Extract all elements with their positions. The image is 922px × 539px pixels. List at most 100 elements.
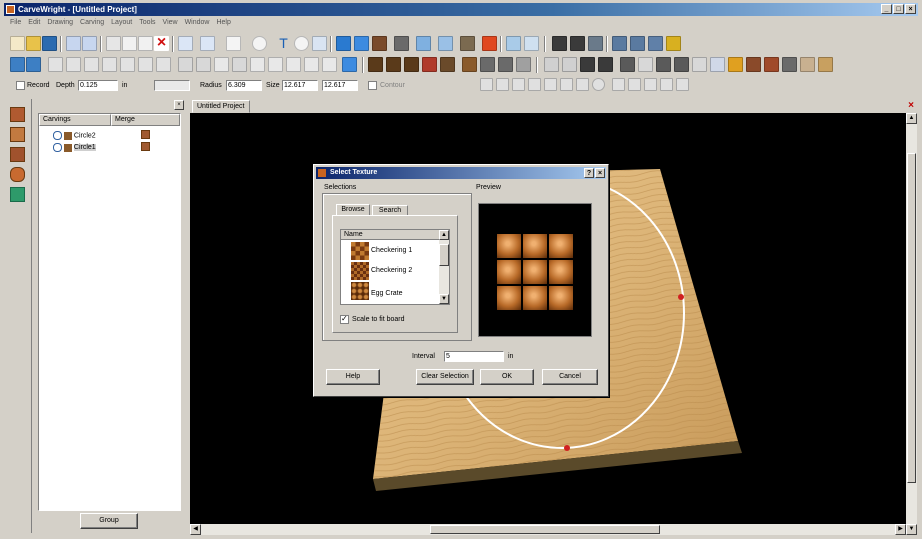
maximize-button[interactable]: □ — [893, 4, 904, 14]
interval-input[interactable]: 5 — [444, 351, 504, 362]
space-v-icon[interactable] — [528, 78, 541, 91]
feature-icon[interactable] — [598, 57, 613, 72]
vertical-scrollbar[interactable]: ▲ ▼ — [906, 113, 917, 535]
view-side-icon[interactable] — [570, 36, 585, 51]
board-material-icon[interactable] — [440, 57, 455, 72]
frame-icon[interactable] — [576, 78, 589, 91]
library-icon[interactable] — [764, 57, 779, 72]
list-scroll-down-icon[interactable]: ▼ — [439, 294, 449, 304]
select-arrow-icon[interactable] — [178, 36, 193, 51]
merge-header[interactable]: Merge — [111, 114, 180, 126]
settings-icon[interactable] — [818, 57, 833, 72]
group-icon[interactable] — [178, 57, 193, 72]
carving-icon[interactable] — [10, 107, 25, 122]
scroll-down-icon[interactable]: ▼ — [906, 524, 917, 535]
copy-icon[interactable] — [122, 36, 137, 51]
pattern-icon[interactable] — [638, 57, 653, 72]
undo-icon[interactable] — [66, 36, 81, 51]
text-tool-icon[interactable]: T — [276, 36, 291, 51]
board-panel-icon[interactable] — [10, 127, 25, 142]
grid-icon[interactable] — [10, 57, 25, 72]
dialog-help-button[interactable]: ? — [584, 168, 594, 178]
viewport-close-icon[interactable]: × — [908, 100, 914, 111]
brush-tool-icon[interactable] — [416, 36, 431, 51]
circle-node-handle[interactable] — [564, 445, 570, 451]
menu-edit[interactable]: Edit — [28, 17, 40, 29]
plugin-icon[interactable] — [800, 57, 815, 72]
view-render-icon[interactable] — [648, 36, 663, 51]
ellipse-tool-icon[interactable] — [252, 36, 267, 51]
tree-item-circle2[interactable]: Circle2 — [53, 131, 96, 140]
cancel-button[interactable]: Cancel — [542, 369, 598, 385]
zoom-icon[interactable] — [524, 36, 539, 51]
align-bottom-icon[interactable] — [120, 57, 135, 72]
scroll-up-icon[interactable]: ▲ — [906, 113, 917, 124]
rectangle-tool-icon[interactable] — [226, 36, 241, 51]
vectorize-icon[interactable] — [460, 36, 475, 51]
merge-toggle-icon[interactable] — [141, 130, 150, 139]
scroll-right-icon[interactable]: ▶ — [895, 524, 906, 535]
align-left-icon[interactable] — [48, 57, 63, 72]
trim-icon[interactable] — [214, 57, 229, 72]
close-button[interactable]: × — [905, 4, 916, 14]
cut-icon[interactable] — [106, 36, 121, 51]
mirror-icon[interactable] — [156, 57, 171, 72]
size-height-input[interactable]: 12.617 — [322, 80, 358, 91]
region-icon[interactable] — [580, 57, 595, 72]
flip-icon[interactable] — [286, 57, 301, 72]
array-icon[interactable] — [322, 57, 337, 72]
horizontal-scrollbar[interactable]: ◀ ▶ — [190, 524, 906, 535]
sand-icon[interactable] — [710, 57, 725, 72]
radius-input[interactable]: 6.309 — [226, 80, 262, 91]
tool-path-icon[interactable] — [462, 57, 477, 72]
list-scrollbar[interactable]: ▲ ▼ — [439, 230, 449, 304]
carve-tool-icon[interactable] — [372, 36, 387, 51]
texture-tool-icon[interactable] — [336, 36, 351, 51]
cut-to-edge-icon[interactable] — [506, 36, 521, 51]
ungroup-icon[interactable] — [196, 57, 211, 72]
menu-window[interactable]: Window — [185, 17, 210, 29]
menu-tools[interactable]: Tools — [139, 17, 155, 29]
minimize-button[interactable]: _ — [881, 4, 892, 14]
move-right-icon[interactable] — [628, 78, 641, 91]
tab-tool-icon[interactable] — [516, 57, 531, 72]
tab-untitled-project[interactable]: Untitled Project — [192, 100, 250, 113]
vertical-scroll-thumb[interactable] — [907, 153, 916, 483]
carvings-header[interactable]: Carvings — [39, 114, 111, 126]
polygon-tool-icon[interactable] — [294, 36, 309, 51]
view-top-icon[interactable] — [588, 36, 603, 51]
node-edit-icon[interactable] — [200, 36, 215, 51]
light-icon[interactable] — [728, 57, 743, 72]
stamp-icon[interactable] — [656, 57, 671, 72]
scale-icon[interactable] — [304, 57, 319, 72]
weld-icon[interactable] — [232, 57, 247, 72]
lumber-icon[interactable] — [746, 57, 761, 72]
pattern-panel-icon[interactable] — [10, 147, 25, 162]
center-icon[interactable] — [342, 57, 357, 72]
height-icon[interactable] — [676, 78, 689, 91]
menu-drawing[interactable]: Drawing — [47, 17, 73, 29]
paste-icon[interactable] — [138, 36, 153, 51]
depth-secondary-input[interactable] — [154, 80, 190, 91]
horizontal-scroll-thumb[interactable] — [430, 525, 660, 534]
smooth-icon[interactable] — [692, 57, 707, 72]
tree-item-circle1[interactable]: Circle1 — [53, 143, 96, 152]
bit-tool-icon[interactable] — [394, 36, 409, 51]
merge-toggle-icon[interactable] — [141, 142, 150, 151]
cut-path-icon[interactable] — [544, 57, 559, 72]
align-h-icon[interactable] — [480, 78, 493, 91]
texture-list[interactable]: Name Checkering 1 Checkering 2 Egg Crate… — [340, 229, 450, 305]
new-file-icon[interactable] — [10, 36, 25, 51]
contour-checkbox[interactable] — [368, 81, 377, 90]
view-3d-icon[interactable] — [630, 36, 645, 51]
offset-icon[interactable] — [250, 57, 265, 72]
menu-file[interactable]: File — [10, 17, 21, 29]
size-width-input[interactable]: 12.617 — [282, 80, 318, 91]
menu-view[interactable]: View — [163, 17, 178, 29]
brush-panel-icon[interactable] — [10, 167, 25, 182]
list-name-header[interactable]: Name — [341, 230, 439, 240]
layer-icon[interactable] — [620, 57, 635, 72]
gem-icon[interactable] — [10, 187, 25, 202]
list-scroll-up-icon[interactable]: ▲ — [439, 230, 449, 240]
view-front-icon[interactable] — [552, 36, 567, 51]
